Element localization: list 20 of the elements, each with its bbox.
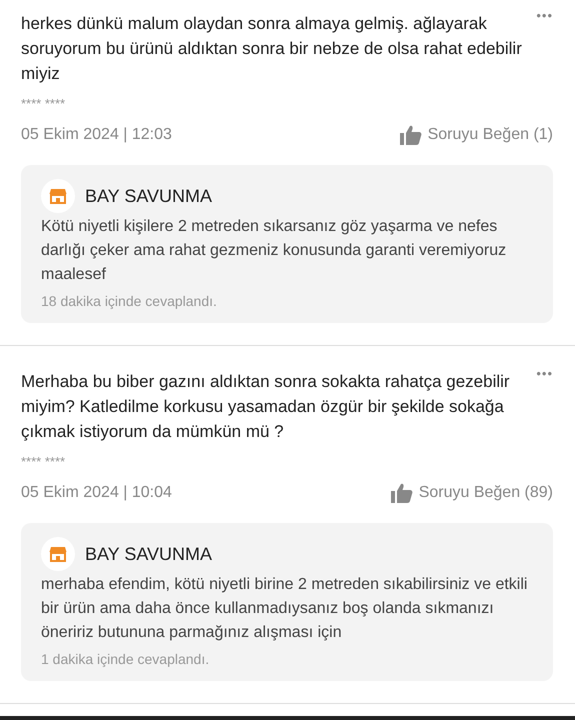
question-text: Merhaba bu biber gazını aldıktan sonra sokakta rahatça gezebilir miyim? Katledilme korkusu yasamadan özgür bir şekilde sokağa çıkmak istiyorum da mümkün mü ?	[21, 371, 511, 443]
answer-time: 18 dakika içinde cevaplandı.	[41, 293, 218, 309]
like-question-link[interactable]: Soruyu Beğen (1)	[428, 126, 553, 144]
store-icon	[41, 537, 75, 571]
more-options-button[interactable]: •••	[536, 366, 553, 382]
answer-text: merhaba efendim, kötü niyetli birine 2 metreden sıkabilirsiniz ve etkili bir ürün ama daha önce kullanmadıysanız boş olanda sıkmanızı öneririz butununa parmağınız alışması için	[41, 575, 528, 643]
question-date: 05 Ekim 2024 | 12:03	[21, 126, 172, 144]
seller-name: BAY SAVUNMA	[85, 186, 212, 206]
question-date: 05 Ekim 2024 | 10:04	[21, 484, 172, 502]
like-question-link[interactable]: Soruyu Beğen (89)	[418, 484, 553, 502]
seller-name: BAY SAVUNMA	[85, 544, 212, 564]
answer-text: Kötü niyetli kişilere 2 metreden sıkarsanız göz yaşarma ve nefes darlığı çeker ama rahat gezmeniz konusunda garanti veremiyoruz maalesef	[41, 217, 508, 285]
question-text: herkes dünkü malum olaydan sonra almaya gelmiş. ağlayarak soruyorum bu ürünü aldıktan sonra bir nebze de olsa rahat edebilir miyiz	[21, 13, 523, 85]
more-options-button[interactable]: •••	[536, 8, 553, 24]
thumbs-up-icon[interactable]	[390, 483, 413, 503]
thumbs-up-icon[interactable]	[400, 125, 422, 145]
store-icon	[41, 179, 75, 213]
answer-time: 1 dakika içinde cevaplandı.	[41, 651, 210, 667]
author-name: **** ****	[21, 454, 66, 469]
author-name: **** ****	[21, 96, 66, 111]
